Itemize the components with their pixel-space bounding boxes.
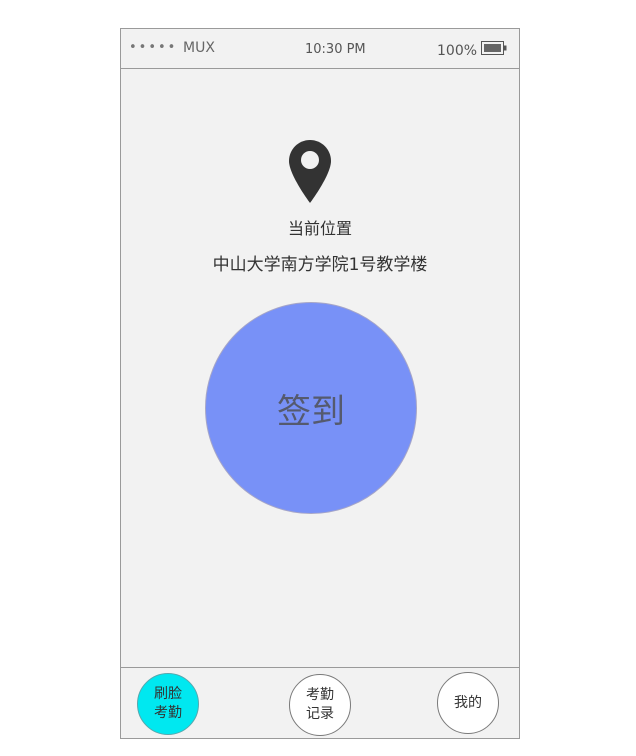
current-location-label: 当前位置 [287, 219, 352, 238]
signal-strength-icon: ••••• [129, 40, 178, 55]
battery-percentage: 100% [437, 43, 478, 59]
status-time: 10:30 PM [305, 42, 366, 57]
map-pin-icon [289, 140, 331, 203]
tab-face-attendance[interactable]: 刷脸考勤 [137, 673, 199, 735]
current-location-name: 中山大学南方学院1号教学楼 [212, 255, 428, 275]
tab-attendance-records-label: 考勤记录 [306, 687, 334, 722]
status-bar: ••••• MUX 10:30 PM 100% [121, 29, 519, 69]
check-in-label: 签到 [277, 391, 345, 432]
check-in-button[interactable]: 签到 [205, 302, 417, 514]
tab-mine[interactable]: 我的 [437, 672, 499, 734]
bottom-tab-bar: 刷脸考勤 考勤记录 我的 [121, 667, 519, 738]
phone-frame: ••••• MUX 10:30 PM 100% 当前位置 中山大学南方学院1号教… [120, 28, 520, 739]
battery-icon [481, 41, 507, 55]
carrier-name: MUX [183, 40, 215, 56]
tab-attendance-records[interactable]: 考勤记录 [289, 674, 351, 736]
tab-mine-label: 我的 [454, 694, 482, 711]
tab-face-attendance-label: 刷脸考勤 [154, 686, 182, 721]
